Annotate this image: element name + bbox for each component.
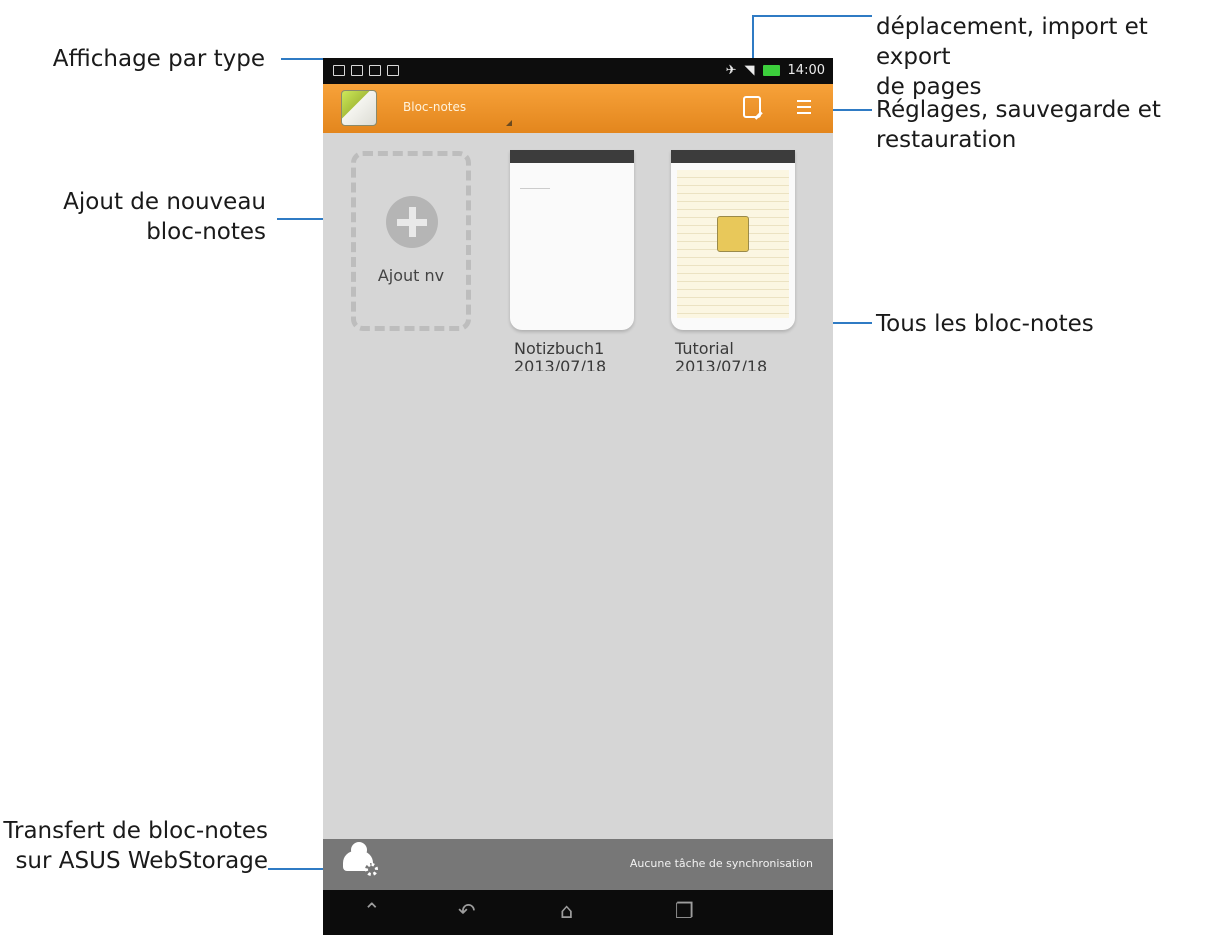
status-right: ✈ ◥ 14:00 xyxy=(726,63,825,78)
clock: 14:00 xyxy=(787,63,825,78)
annotation-add-new-line2: bloc-notes xyxy=(146,219,266,245)
tutorial-cover-art xyxy=(677,170,789,318)
dropdown-arrow-icon xyxy=(506,120,512,126)
annotation-view-by-type: Affichage par type xyxy=(52,46,265,72)
media-icon xyxy=(387,65,399,76)
status-bar: ✈ ◥ 14:00 xyxy=(323,58,833,84)
wifi-icon: ◥ xyxy=(744,63,755,78)
expand-icon[interactable]: ⌃ xyxy=(363,899,381,923)
home-icon[interactable]: ⌂ xyxy=(560,899,573,923)
notebook-page-scribble xyxy=(520,188,550,189)
recent-apps-icon[interactable]: ❐ xyxy=(675,899,694,923)
plus-icon xyxy=(386,196,438,248)
annotation-all-notebooks: Tous les bloc-notes xyxy=(876,311,1094,337)
sync-bar: Aucune tâche de synchronisation xyxy=(323,839,833,890)
notebook-date: 2013/07/18 xyxy=(514,358,607,371)
navigation-bar: ⌃ ↶ ⌂ ❐ xyxy=(323,890,833,935)
annotation-pages-line1: déplacement, import et export xyxy=(876,14,1148,70)
gear-icon xyxy=(365,863,378,876)
annotation-add-new-line1: Ajout de nouveau xyxy=(63,189,266,215)
annotation-settings-line2: restauration xyxy=(876,127,1017,153)
notebook-card[interactable] xyxy=(671,150,795,330)
supernote-logo-icon xyxy=(341,90,377,126)
edit-pages-icon[interactable] xyxy=(743,96,761,118)
battery-icon xyxy=(762,65,780,76)
callout-line-pages xyxy=(752,15,872,17)
annotation-settings: Réglages, sauvegarde et restauration xyxy=(876,95,1216,155)
back-icon[interactable]: ↶ xyxy=(458,899,476,923)
edit-notification-icon xyxy=(369,65,381,76)
add-notebook-label: Ajout nv xyxy=(377,266,445,285)
add-notebook-button[interactable]: Ajout nv xyxy=(351,151,471,331)
annotation-transfer: Transfert de bloc-notes sur ASUS WebStor… xyxy=(0,816,268,876)
annotation-add-new: Ajout de nouveau bloc-notes xyxy=(20,187,266,247)
notebook-title: Notizbuch1 xyxy=(514,339,605,358)
tutorial-notepad-icon xyxy=(717,216,749,252)
notification-icon xyxy=(333,65,345,76)
document-icon xyxy=(351,65,363,76)
view-type-dropdown[interactable]: Bloc-notes xyxy=(403,100,466,114)
notebook-cover-top xyxy=(510,150,634,163)
sync-status: Aucune tâche de synchronisation xyxy=(629,857,813,870)
menu-icon[interactable] xyxy=(797,100,811,118)
app-bar: Bloc-notes xyxy=(323,84,833,133)
annotation-pages: déplacement, import et export de pages xyxy=(876,12,1220,102)
tablet-screen: ✈ ◥ 14:00 Bloc-notes Ajout nv Notizbuch1… xyxy=(323,58,833,935)
annotation-transfer-line1: Transfert de bloc-notes xyxy=(3,818,268,844)
annotation-transfer-line2: sur ASUS WebStorage xyxy=(15,848,268,874)
signal-icon: ✈ xyxy=(725,63,737,78)
annotation-settings-line1: Réglages, sauvegarde et xyxy=(876,97,1161,123)
notebook-title: Tutorial xyxy=(675,339,734,358)
notebook-cover-top xyxy=(671,150,795,163)
notebook-date: 2013/07/18 xyxy=(675,358,768,371)
notebook-card[interactable] xyxy=(510,150,634,330)
